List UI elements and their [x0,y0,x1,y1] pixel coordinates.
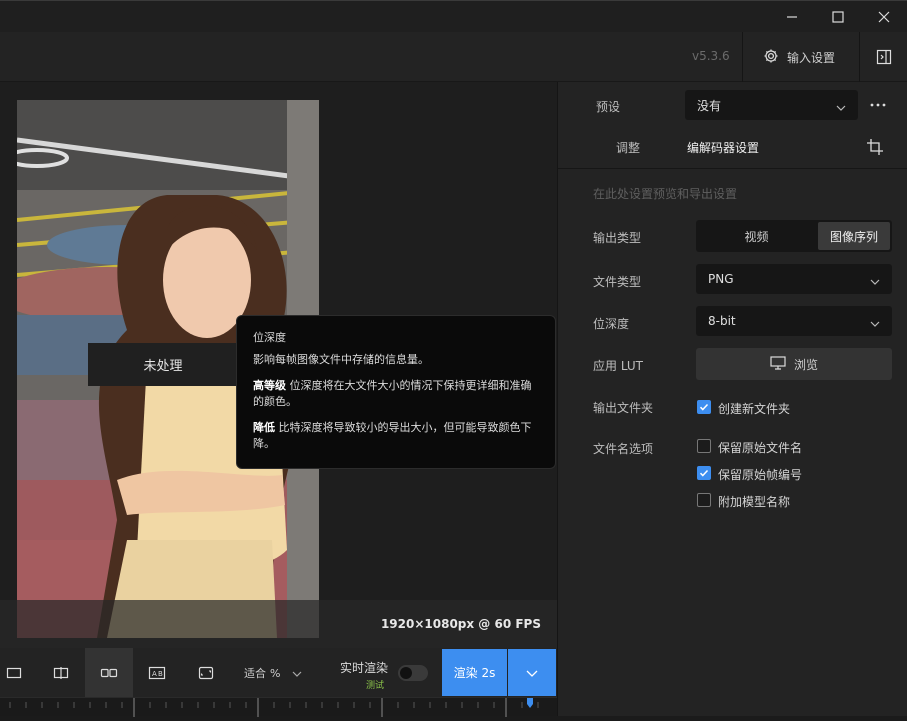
create-folder-label: 创建新文件夹 [718,402,791,416]
unprocessed-label: 未处理 [88,343,238,386]
filename-options-label: 文件名选项 [593,442,654,456]
gear-icon [763,48,779,67]
tooltip-higher: 高等级 位深度将在大文件大小的情况下保持更详细和准确的颜色。 [253,378,539,410]
preset-select[interactable]: 没有 [685,90,858,120]
browse-lut-button[interactable]: 浏览 [696,348,892,380]
timeline-ruler[interactable] [0,697,557,717]
output-type-segmented: 视频 图像序列 [696,220,892,252]
bit-depth-value: 8-bit [708,314,736,328]
realtime-render-label: 实时渲染 [340,661,389,675]
maximize-icon[interactable] [815,1,861,33]
panel-toggle-icon[interactable] [860,32,907,82]
tooltip-higher-text: 位深度将在大文件大小的情况下保持更详细和准确的颜色。 [253,379,532,408]
chevron-down-icon [870,316,880,330]
compare-view-icon[interactable]: AB [133,648,181,697]
render-options-dropdown[interactable] [508,649,556,696]
keep-frame-number-checkbox[interactable] [697,466,711,480]
panel-divider [558,168,907,169]
split-view-icon[interactable] [37,648,85,697]
svg-text:A: A [152,670,157,678]
svg-text:B: B [158,670,163,678]
file-type-select[interactable]: PNG [696,264,892,294]
chevron-down-icon [292,667,302,680]
create-folder-checkbox[interactable] [697,400,711,414]
tab-codec-settings[interactable]: 编解码器设置 [687,139,759,156]
fit-frame-icon[interactable] [182,648,230,697]
tooltip-description: 影响每帧图像文件中存储的信息量。 [253,353,429,366]
more-icon[interactable] [866,96,890,114]
tooltip-lower-text: 比特深度将导致较小的导出大小，但可能导致颜色下降。 [253,421,532,450]
render-button[interactable]: 渲染 2s [442,649,507,696]
top-toolbar: v5.3.6 输入设置 [0,32,907,82]
realtime-render-toggle[interactable] [398,665,428,681]
file-type-label: 文件类型 [593,275,642,289]
input-settings-button[interactable]: 输入设置 [743,32,859,82]
preset-label: 预设 [596,100,621,114]
zoom-fit-select[interactable]: 适合 % [244,665,302,681]
settings-panel: 预设 没有 调整 编解码器设置 在此处设置预览和导出设置 输出类型 视频 图像序… [557,82,907,716]
realtime-beta-badge: 测试 [366,681,385,691]
chevron-down-icon [836,100,846,114]
monitor-icon [770,355,786,373]
chevron-down-icon [526,663,538,682]
fit-unit: % [270,666,281,680]
crop-icon[interactable] [866,138,884,156]
keep-frame-number-label: 保留原始帧编号 [718,468,803,482]
chevron-down-icon [870,274,880,288]
tooltip-lower-term: 降低 [253,421,275,434]
output-type-label: 输出类型 [593,231,642,245]
single-view-icon[interactable] [0,648,38,697]
input-settings-label: 输入设置 [787,50,836,65]
file-type-value: PNG [708,272,734,286]
bit-depth-select[interactable]: 8-bit [696,306,892,336]
keep-original-filename-label: 保留原始文件名 [718,441,803,455]
version-label: v5.3.6 [692,49,730,63]
output-type-video[interactable]: 视频 [696,220,817,252]
tab-adjust[interactable]: 调整 [616,139,640,156]
append-model-name-checkbox[interactable] [697,493,711,507]
settings-hint: 在此处设置预览和导出设置 [593,187,738,201]
tooltip-higher-term: 高等级 [253,379,286,392]
resolution-label: 1920×1080px @ 60 FPS [380,617,541,631]
output-folder-label: 输出文件夹 [593,401,654,415]
preview-meta-bar: 1920×1080px @ 60 FPS [0,600,557,648]
minimize-icon[interactable] [769,1,815,33]
keep-original-filename-checkbox[interactable] [697,439,711,453]
output-type-image-sequence[interactable]: 图像序列 [818,222,890,250]
apply-lut-label: 应用 LUT [593,359,644,373]
bottom-toolbar: AB 适合 % 实时渲染 测试 渲染 2s [0,648,557,697]
title-bar [0,0,907,32]
tooltip-title: 位深度 [253,331,286,344]
tooltip-lower: 降低 比特深度将导致较小的导出大小，但可能导致颜色下降。 [253,420,539,452]
fit-label: 适合 [244,667,266,680]
side-by-side-view-icon[interactable] [85,648,133,697]
close-icon[interactable] [861,1,907,33]
append-model-name-label: 附加模型名称 [718,495,791,509]
bit-depth-label: 位深度 [593,317,630,331]
browse-label: 浏览 [793,357,818,372]
bit-depth-tooltip: 位深度 影响每帧图像文件中存储的信息量。 高等级 位深度将在大文件大小的情况下保… [236,315,556,469]
preset-value: 没有 [697,98,722,113]
